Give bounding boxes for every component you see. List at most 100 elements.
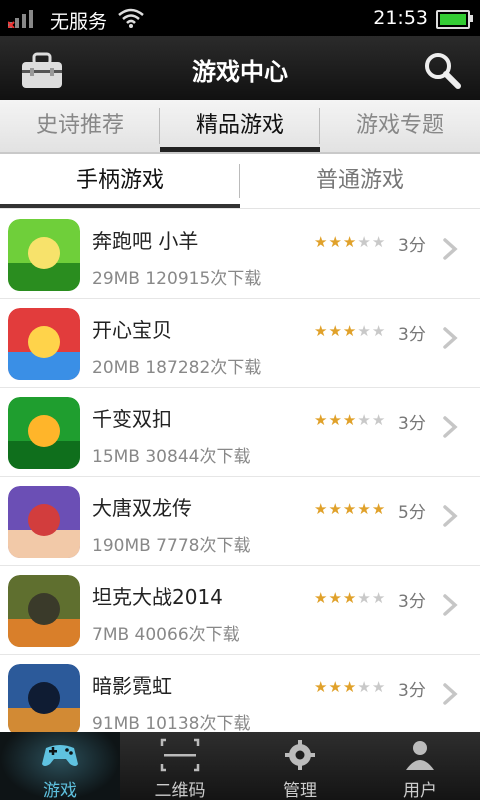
subtab-label: 手柄游戏 [75,168,164,193]
game-icon [8,664,80,732]
star-icon: ★ [342,678,358,696]
main-tabs: 史诗推荐 精品游戏 游戏专题 [0,100,480,154]
game-name: 暗影霓虹 [92,674,172,698]
star-icon: ★ [371,500,387,518]
game-list-item[interactable]: 千变双扣 15MB 30844次下载 ★★★★★ 3分 [0,387,480,477]
rating-stars: ★★★★★ [314,411,386,429]
game-size-downloads: 15MB 30844次下载 [92,447,251,467]
star-icon: ★ [314,411,329,429]
subtab-gamepad-games[interactable]: 手柄游戏 [0,154,240,208]
chevron-right-icon[interactable] [442,415,458,439]
star-icon: ★ [371,411,387,429]
chevron-right-icon[interactable] [442,326,458,350]
star-icon: ★ [328,678,343,696]
active-subtab-indicator [0,204,240,208]
star-icon: ★ [342,322,358,340]
game-icon [8,486,80,558]
rating-score: 3分 [398,236,426,256]
star-icon: ★ [342,233,358,251]
game-icon [8,575,80,647]
star-icon: ★ [371,589,387,607]
wifi-icon [118,8,144,28]
star-icon: ★ [371,678,387,696]
star-icon: ★ [371,233,387,251]
chevron-right-icon[interactable] [442,237,458,261]
chevron-right-icon[interactable] [442,504,458,528]
game-name: 开心宝贝 [92,318,172,342]
rating-stars: ★★★★★ [314,322,386,340]
rating-score: 3分 [398,592,426,612]
tab-epic-recommend[interactable]: 史诗推荐 [0,100,160,152]
game-icon [8,219,80,291]
rating-score: 3分 [398,681,426,701]
star-icon: ★ [328,233,343,251]
gear-icon [285,740,315,770]
star-icon: ★ [357,322,372,340]
rating-stars: ★★★★★ [314,589,386,607]
star-icon: ★ [314,233,329,251]
no-signal-icon [8,10,33,28]
search-icon[interactable] [422,50,462,90]
nav-label: 二维码 [154,781,206,801]
star-icon: ★ [357,589,372,607]
game-icon [8,308,80,380]
tab-label: 游戏专题 [355,113,444,138]
nav-label: 用户 [403,781,437,801]
star-icon: ★ [342,411,358,429]
star-icon: ★ [342,589,358,607]
star-icon: ★ [357,411,372,429]
game-icon [8,397,80,469]
clock: 21:53 [373,7,428,29]
nav-qr-code[interactable]: 二维码 [120,732,240,801]
game-size-downloads: 29MB 120915次下载 [92,269,262,289]
bottom-nav: 游戏 二维码 管理 用户 [0,732,480,801]
nav-user[interactable]: 用户 [360,732,480,801]
game-name: 大唐双龙传 [92,496,192,520]
game-list-item[interactable]: 开心宝贝 20MB 187282次下载 ★★★★★ 3分 [0,298,480,388]
game-name: 千变双扣 [92,407,172,431]
nav-manage[interactable]: 管理 [240,732,360,801]
sub-tabs: 手柄游戏 普通游戏 [0,154,480,209]
user-icon [406,741,434,770]
star-icon: ★ [328,589,343,607]
star-icon: ★ [357,678,372,696]
game-list-item[interactable]: 坦克大战2014 7MB 40066次下载 ★★★★★ 3分 [0,565,480,655]
gamepad-icon [42,745,78,766]
rating-score: 3分 [398,325,426,345]
nav-label: 管理 [283,781,317,801]
game-list-item[interactable]: 奔跑吧 小羊 29MB 120915次下载 ★★★★★ 3分 [0,209,480,299]
nav-games[interactable]: 游戏 [0,732,120,801]
star-icon: ★ [314,500,329,518]
star-icon: ★ [371,322,387,340]
game-list-item[interactable]: 暗影霓虹 91MB 10138次下载 ★★★★★ 3分 [0,654,480,732]
status-bar: 无服务 21:53 [0,0,480,36]
tab-premium-games[interactable]: 精品游戏 [160,100,320,152]
tab-game-topics[interactable]: 游戏专题 [320,100,480,152]
tab-label: 史诗推荐 [35,113,124,138]
subtab-normal-games[interactable]: 普通游戏 [240,154,480,208]
game-size-downloads: 190MB 7778次下载 [92,536,251,556]
rating-score: 3分 [398,414,426,434]
active-tab-indicator [160,147,320,152]
game-size-downloads: 7MB 40066次下载 [92,625,240,645]
rating-stars: ★★★★★ [314,500,386,518]
chevron-right-icon[interactable] [442,682,458,706]
rating-stars: ★★★★★ [314,233,386,251]
game-size-downloads: 91MB 10138次下载 [92,714,251,732]
game-name: 坦克大战2014 [92,585,223,609]
page-title: 游戏中心 [192,58,288,86]
qr-scan-icon [160,738,200,772]
subtab-label: 普通游戏 [315,168,404,193]
rating-stars: ★★★★★ [314,678,386,696]
star-icon: ★ [357,500,372,518]
title-bar: 游戏中心 [0,36,480,100]
star-icon: ★ [328,500,343,518]
nav-label: 游戏 [43,781,77,801]
game-list-item[interactable]: 大唐双龙传 190MB 7778次下载 ★★★★★ 5分 [0,476,480,566]
star-icon: ★ [357,233,372,251]
carrier-label: 无服务 [50,11,108,33]
star-icon: ★ [328,322,343,340]
game-list: 奔跑吧 小羊 29MB 120915次下载 ★★★★★ 3分 开心宝贝 20MB 1872… [0,209,480,732]
star-icon: ★ [314,589,329,607]
chevron-right-icon[interactable] [442,593,458,617]
